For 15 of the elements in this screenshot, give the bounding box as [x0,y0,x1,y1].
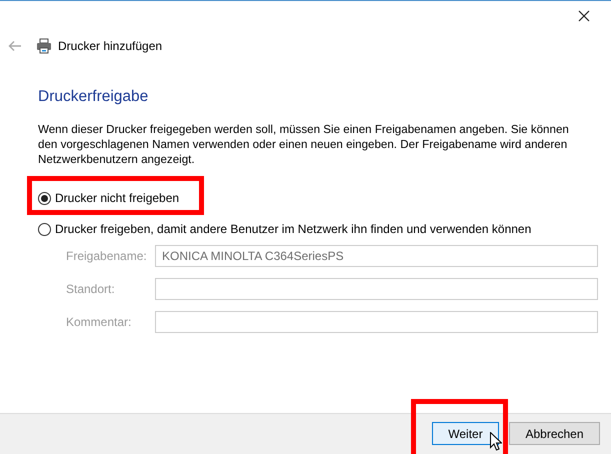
field-label: Freigabename: [66,248,148,262]
window-title: Drucker hinzufügen [58,39,162,53]
description-text: Wenn dieser Drucker freigegeben werden soll, müssen Sie einen Freigabenamen angeben. Sie können den vorgeschlagenen Namen verwenden oder einen neuen eingeben. Der Freigabename wird anderen Netzwerkbenutzern angezeigt. [38,122,570,167]
field-label: Standort: [66,282,116,296]
mouse-cursor-icon [490,432,502,451]
radio-label[interactable]: Drucker nicht freigeben [55,191,180,205]
close-icon[interactable] [578,10,590,22]
section-heading: Druckerfreigabe [38,87,150,107]
printer-icon [36,38,52,54]
dialog-button[interactable]: Abbrechen [509,422,600,445]
radio-button[interactable] [38,192,51,204]
field-label: Kommentar: [66,314,132,328]
radio-label[interactable]: Drucker freigeben, damit andere Benutzer im Netzwerk ihn finden und verwenden können [55,222,532,236]
radio-button[interactable] [38,222,51,236]
dialog-button[interactable]: Weiter [432,422,499,445]
